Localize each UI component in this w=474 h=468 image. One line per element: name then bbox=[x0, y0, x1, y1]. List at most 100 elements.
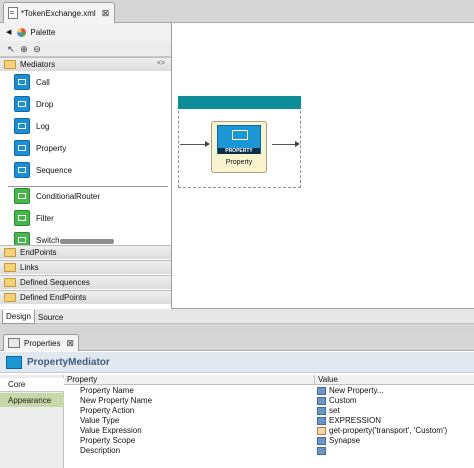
palette-scrollbar[interactable] bbox=[60, 239, 114, 244]
drawer-defined-endpoints-label: Defined EndPoints bbox=[20, 293, 87, 302]
drawer-defined-sequences-label: Defined Sequences bbox=[20, 278, 90, 287]
value-icon bbox=[317, 387, 326, 395]
property-value[interactable]: EXPRESSION bbox=[329, 416, 381, 426]
filter-mediator-icon bbox=[14, 210, 30, 226]
drawer-endpoints[interactable]: EndPoints bbox=[0, 245, 171, 259]
palette-title: Palette bbox=[30, 27, 56, 37]
close-tab-icon[interactable]: ⊠ bbox=[102, 8, 110, 19]
palette-item-label: Switch bbox=[36, 235, 60, 245]
property-value[interactable]: New Property... bbox=[329, 386, 384, 396]
property-name: Property Scope bbox=[80, 436, 136, 445]
folder-icon bbox=[4, 248, 16, 257]
drawer-links[interactable]: Links bbox=[0, 260, 171, 274]
call-mediator-icon bbox=[14, 74, 30, 90]
value-icon bbox=[317, 447, 326, 455]
close-properties-icon[interactable]: ⊠ bbox=[66, 338, 74, 349]
property-name: Value Expression bbox=[80, 426, 142, 435]
property-mediator-title-row: PropertyMediator bbox=[0, 352, 474, 373]
drawer-links-label: Links bbox=[20, 263, 39, 272]
sequence-header-bar bbox=[178, 96, 301, 109]
table-row[interactable]: Property Name New Property... bbox=[64, 386, 474, 396]
property-value[interactable]: get-property('transport', 'Custom') bbox=[329, 426, 447, 436]
property-name: Value Type bbox=[80, 416, 120, 425]
palette-item-call[interactable]: Call bbox=[14, 73, 50, 91]
properties-tab-label: Properties bbox=[24, 338, 61, 348]
properties-icon bbox=[8, 338, 20, 348]
table-row[interactable]: Value Type EXPRESSION bbox=[64, 416, 474, 426]
property-value[interactable]: Synapse bbox=[329, 436, 360, 446]
palette-item-label: Log bbox=[36, 121, 50, 131]
value-icon bbox=[317, 417, 326, 425]
palette-item-label: Call bbox=[36, 77, 50, 87]
palette-item-log[interactable]: Log bbox=[14, 117, 49, 135]
side-tab-appearance[interactable]: Appearance bbox=[0, 393, 64, 407]
arrow-head-icon bbox=[295, 141, 300, 147]
palette-item-property[interactable]: Property bbox=[14, 139, 66, 157]
inbound-arrow bbox=[180, 144, 206, 145]
log-mediator-icon bbox=[14, 118, 30, 134]
property-value[interactable]: set bbox=[329, 406, 340, 416]
xml-file-icon bbox=[8, 7, 18, 19]
property-name: Property Name bbox=[80, 386, 134, 395]
folder-open-icon bbox=[4, 60, 16, 69]
view-divider bbox=[0, 324, 474, 332]
editor-tab-title: *TokenExchange.xml bbox=[21, 8, 96, 18]
value-icon bbox=[317, 437, 326, 445]
palette-item-label: Drop bbox=[36, 99, 54, 109]
palette-item-conditionalrouter[interactable]: ConditionalRouter bbox=[14, 187, 100, 205]
tab-source[interactable]: Source bbox=[35, 310, 66, 324]
palette-item-drop[interactable]: Drop bbox=[14, 95, 53, 113]
drop-mediator-icon bbox=[14, 96, 30, 112]
table-row[interactable]: New Property Name Custom bbox=[64, 396, 474, 406]
zoom-out-icon[interactable]: ⊖ bbox=[32, 44, 42, 54]
zoom-in-icon[interactable]: ⊕ bbox=[19, 44, 29, 54]
select-icon[interactable]: ↖ bbox=[6, 44, 16, 54]
tab-design[interactable]: Design bbox=[2, 310, 35, 324]
folder-icon bbox=[4, 293, 16, 302]
sequence-mediator-icon bbox=[14, 162, 30, 178]
properties-title: PropertyMediator bbox=[27, 356, 110, 368]
palette-item-label: Property bbox=[36, 143, 67, 153]
drawer-mediators-label: Mediators bbox=[20, 60, 56, 69]
palette-item-sequence[interactable]: Sequence bbox=[14, 161, 72, 179]
property-name: New Property Name bbox=[80, 396, 153, 405]
column-header-value[interactable]: Value bbox=[315, 375, 474, 385]
palette-header: ◀ Palette bbox=[0, 23, 171, 41]
property-node-label: Property bbox=[225, 159, 253, 166]
arrow-head-icon bbox=[205, 141, 210, 147]
outbound-arrow bbox=[272, 144, 296, 145]
palette-item-label: Sequence bbox=[36, 165, 73, 175]
palette-item-label: Filter bbox=[36, 213, 54, 223]
table-row[interactable]: Property Scope Synapse bbox=[64, 436, 474, 446]
palette-back-icon[interactable]: ◀ bbox=[6, 28, 11, 36]
drawer-defined-sequences[interactable]: Defined Sequences bbox=[0, 275, 171, 289]
table-row[interactable]: Description bbox=[64, 446, 474, 456]
property-mediator-icon bbox=[6, 355, 22, 369]
property-mediator-icon bbox=[14, 140, 30, 156]
property-value[interactable]: Custom bbox=[329, 396, 357, 406]
property-name: Property Action bbox=[80, 406, 135, 415]
value-icon bbox=[317, 407, 326, 415]
drawer-endpoints-label: EndPoints bbox=[20, 248, 57, 257]
collapse-icon[interactable]: <> bbox=[157, 60, 165, 67]
table-row[interactable]: Property Action set bbox=[64, 406, 474, 416]
column-header-property[interactable]: Property bbox=[64, 375, 315, 385]
palette-item-filter[interactable]: Filter bbox=[14, 209, 54, 227]
palette-toolbar: ↖ ⊕ ⊖ bbox=[0, 41, 171, 57]
folder-icon bbox=[4, 263, 16, 272]
conditional-router-icon bbox=[14, 188, 30, 204]
property-name: Description bbox=[80, 446, 121, 455]
palette-icon bbox=[17, 27, 27, 37]
editor-tab-tokenexchange[interactable]: *TokenExchange.xml ⊠ bbox=[3, 2, 115, 23]
palette-item-label: ConditionalRouter bbox=[36, 191, 101, 201]
folder-icon bbox=[4, 278, 16, 287]
design-source-strip bbox=[0, 309, 474, 324]
value-icon bbox=[317, 397, 326, 405]
expression-icon bbox=[317, 427, 326, 435]
drawer-defined-endpoints[interactable]: Defined EndPoints bbox=[0, 290, 171, 304]
side-tab-core[interactable]: Core bbox=[0, 378, 64, 392]
drawer-mediators[interactable]: Mediators <> bbox=[0, 57, 171, 71]
property-node-icon-text: PROPERTY bbox=[218, 148, 260, 154]
tab-properties[interactable]: Properties ⊠ bbox=[3, 334, 79, 351]
table-row[interactable]: Value Expression get-property('transport… bbox=[64, 426, 474, 436]
